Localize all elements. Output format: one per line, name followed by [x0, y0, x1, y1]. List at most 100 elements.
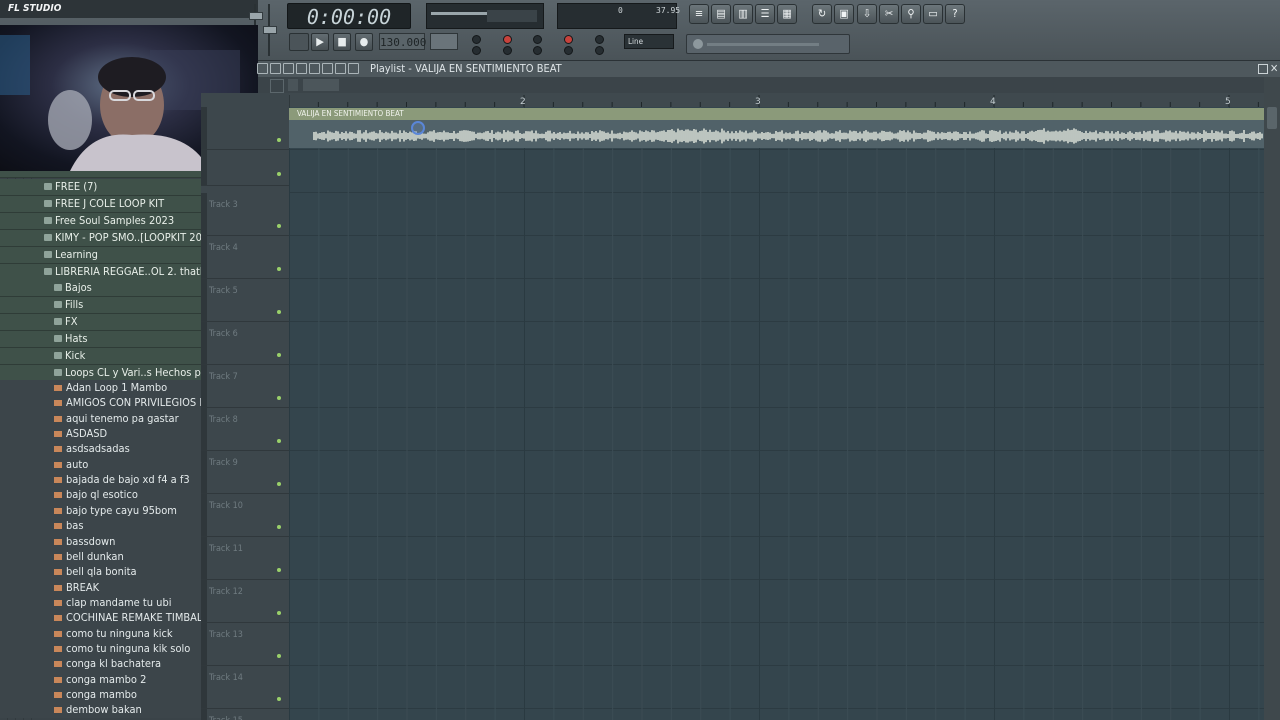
typing-keyboard-led[interactable]: [564, 35, 573, 44]
track-header[interactable]: Track 6: [201, 322, 289, 365]
pl-zoom-icon[interactable]: [348, 63, 359, 74]
playlist-grid[interactable]: [289, 107, 1264, 720]
mixer-icon[interactable]: ☰: [755, 4, 775, 24]
browser-folder-partial[interactable]: [0, 171, 201, 178]
step-edit-toggle[interactable]: [533, 35, 542, 44]
browser-folder[interactable]: Bajos: [0, 280, 201, 298]
browser-icon[interactable]: ▭: [923, 4, 943, 24]
track-header[interactable]: Track 9: [201, 451, 289, 494]
pl-paint-icon[interactable]: [283, 63, 294, 74]
find-icon[interactable]: ⚲: [901, 4, 921, 24]
browser-file[interactable]: clap mandame tu ubi: [0, 594, 201, 611]
browser-file[interactable]: bell dunkan: [0, 548, 201, 565]
track-mute-led[interactable]: [277, 439, 281, 443]
vertical-scrollbar[interactable]: [1264, 77, 1280, 720]
track-header[interactable]: Track 14: [201, 666, 289, 709]
playlist-icon[interactable]: ≡: [689, 4, 709, 24]
save-icon[interactable]: ▣: [834, 4, 854, 24]
blend-toggle[interactable]: [533, 46, 542, 55]
horizontal-scroll-thumb[interactable]: [303, 79, 339, 91]
file-browser[interactable]: FREE (7) FREE J COLE LOOP KIT Free Soul Sa…: [0, 171, 202, 720]
browser-file[interactable]: ASDASD: [0, 426, 201, 443]
track-mute-led[interactable]: [277, 611, 281, 615]
export-icon[interactable]: ⇩: [857, 4, 877, 24]
pl-select-icon[interactable]: [335, 63, 346, 74]
track-mute-led[interactable]: [277, 267, 281, 271]
browser-folder[interactable]: Learning: [0, 246, 201, 264]
browser-file[interactable]: bell qla bonita: [0, 564, 201, 581]
track-header[interactable]: Track 13: [201, 623, 289, 666]
track-mute-led[interactable]: [277, 396, 281, 400]
track-mute-led[interactable]: [277, 654, 281, 658]
track-mute-led[interactable]: [277, 138, 281, 142]
track-mute-led[interactable]: [277, 310, 281, 314]
track-mute-led[interactable]: [277, 172, 281, 176]
pl-draw-icon[interactable]: [270, 63, 281, 74]
scroll-left-icon[interactable]: [288, 79, 298, 91]
browser-file[interactable]: dembow bakan: [0, 702, 201, 719]
track-headers[interactable]: Track 3 Track 4 Track 5 Track 6 Track 7 Track…: [201, 93, 289, 720]
master-pitch-handle[interactable]: [263, 26, 277, 34]
track-header[interactable]: Track 3: [201, 193, 289, 236]
wait-toggle[interactable]: [472, 46, 481, 55]
scrub-toggle[interactable]: [595, 46, 604, 55]
track-header[interactable]: Track 10: [201, 494, 289, 537]
browser-file[interactable]: conga kl bachatera: [0, 656, 201, 673]
track-header[interactable]: Track 5: [201, 279, 289, 322]
browser-file[interactable]: como tu ninguna kick: [0, 625, 201, 642]
browser-file[interactable]: COCHINAE REMAKE TIMBALE 2: [0, 610, 201, 627]
close-icon[interactable]: ✕: [1270, 63, 1280, 74]
playlist-title[interactable]: Playlist - VALIJA EN SENTIMIENTO BEAT: [370, 61, 562, 76]
track-mute-led[interactable]: [277, 525, 281, 529]
browser-folder[interactable]: FX: [0, 314, 201, 332]
track-mute-led[interactable]: [277, 482, 281, 486]
browser-folder[interactable]: Fills: [0, 297, 201, 315]
browser-file[interactable]: bajo type cayu 95bom: [0, 502, 201, 519]
countdown-toggle[interactable]: [503, 46, 512, 55]
browser-file[interactable]: Adan Loop 1 Mambo: [0, 380, 201, 396]
cut-icon[interactable]: ✂: [879, 4, 899, 24]
track-header[interactable]: Track 15: [201, 709, 289, 720]
channel-rack-icon[interactable]: ▥: [733, 4, 753, 24]
snap-selector[interactable]: Line: [624, 34, 674, 49]
track-mute-led[interactable]: [277, 224, 281, 228]
undo-icon[interactable]: ↻: [812, 4, 832, 24]
pattern-song-switch[interactable]: [289, 33, 309, 51]
browser-file[interactable]: aqui tenemo pa gastar: [0, 410, 201, 427]
pl-slip-icon[interactable]: [322, 63, 333, 74]
track-header[interactable]: Track 7: [201, 365, 289, 408]
browser-file[interactable]: como tu ninguna kik solo: [0, 640, 201, 657]
browser-file[interactable]: AMIGOS CON PRIVILEGIOS BEAT: [0, 395, 201, 412]
master-pitch-slider[interactable]: [263, 4, 277, 56]
browser-folder[interactable]: FREE (7): [0, 179, 201, 196]
metronome-toggle[interactable]: [472, 35, 481, 44]
pl-delete-icon[interactable]: [296, 63, 307, 74]
browser-file[interactable]: auto: [0, 456, 201, 473]
track-header[interactable]: Track 11: [201, 537, 289, 580]
browser-file[interactable]: BREAK: [0, 579, 201, 596]
help-icon[interactable]: ?: [945, 4, 965, 24]
track-mute-led[interactable]: [277, 568, 281, 572]
pattern-selector[interactable]: [430, 33, 458, 50]
tempo-display[interactable]: 130.000: [379, 33, 426, 50]
song-time-display[interactable]: 0:00:00: [287, 3, 411, 29]
track-head-partial[interactable]: [201, 150, 289, 186]
browser-file[interactable]: bas: [0, 518, 201, 535]
browser-folder[interactable]: Free Soul Samples 2023: [0, 212, 201, 230]
scroll-thumb[interactable]: [1267, 107, 1277, 129]
timeline-ruler[interactable]: 2 3 4 5: [288, 93, 1264, 108]
plugin-picker-icon[interactable]: ▦: [777, 4, 797, 24]
track-header[interactable]: Track 4: [201, 236, 289, 279]
browser-file[interactable]: conga mambo 2: [0, 671, 201, 688]
track-header[interactable]: Track 8: [201, 408, 289, 451]
multilink-toggle[interactable]: [595, 35, 604, 44]
piano-roll-icon[interactable]: ▤: [711, 4, 731, 24]
audio-clip[interactable]: VALIJA EN SENTIMIENTO BEAT: [289, 108, 1264, 148]
browser-folder[interactable]: LIBRERIA REGGAE..OL 2. thatboyr: [0, 263, 201, 281]
play-button[interactable]: ▶: [311, 33, 329, 51]
pattern-picker-icon[interactable]: [270, 79, 284, 93]
track-mute-led[interactable]: [277, 353, 281, 357]
browser-file[interactable]: conga mambo: [0, 687, 201, 703]
loop-record-toggle[interactable]: [564, 46, 573, 55]
browser-folder[interactable]: FREE J COLE LOOP KIT: [0, 195, 201, 213]
